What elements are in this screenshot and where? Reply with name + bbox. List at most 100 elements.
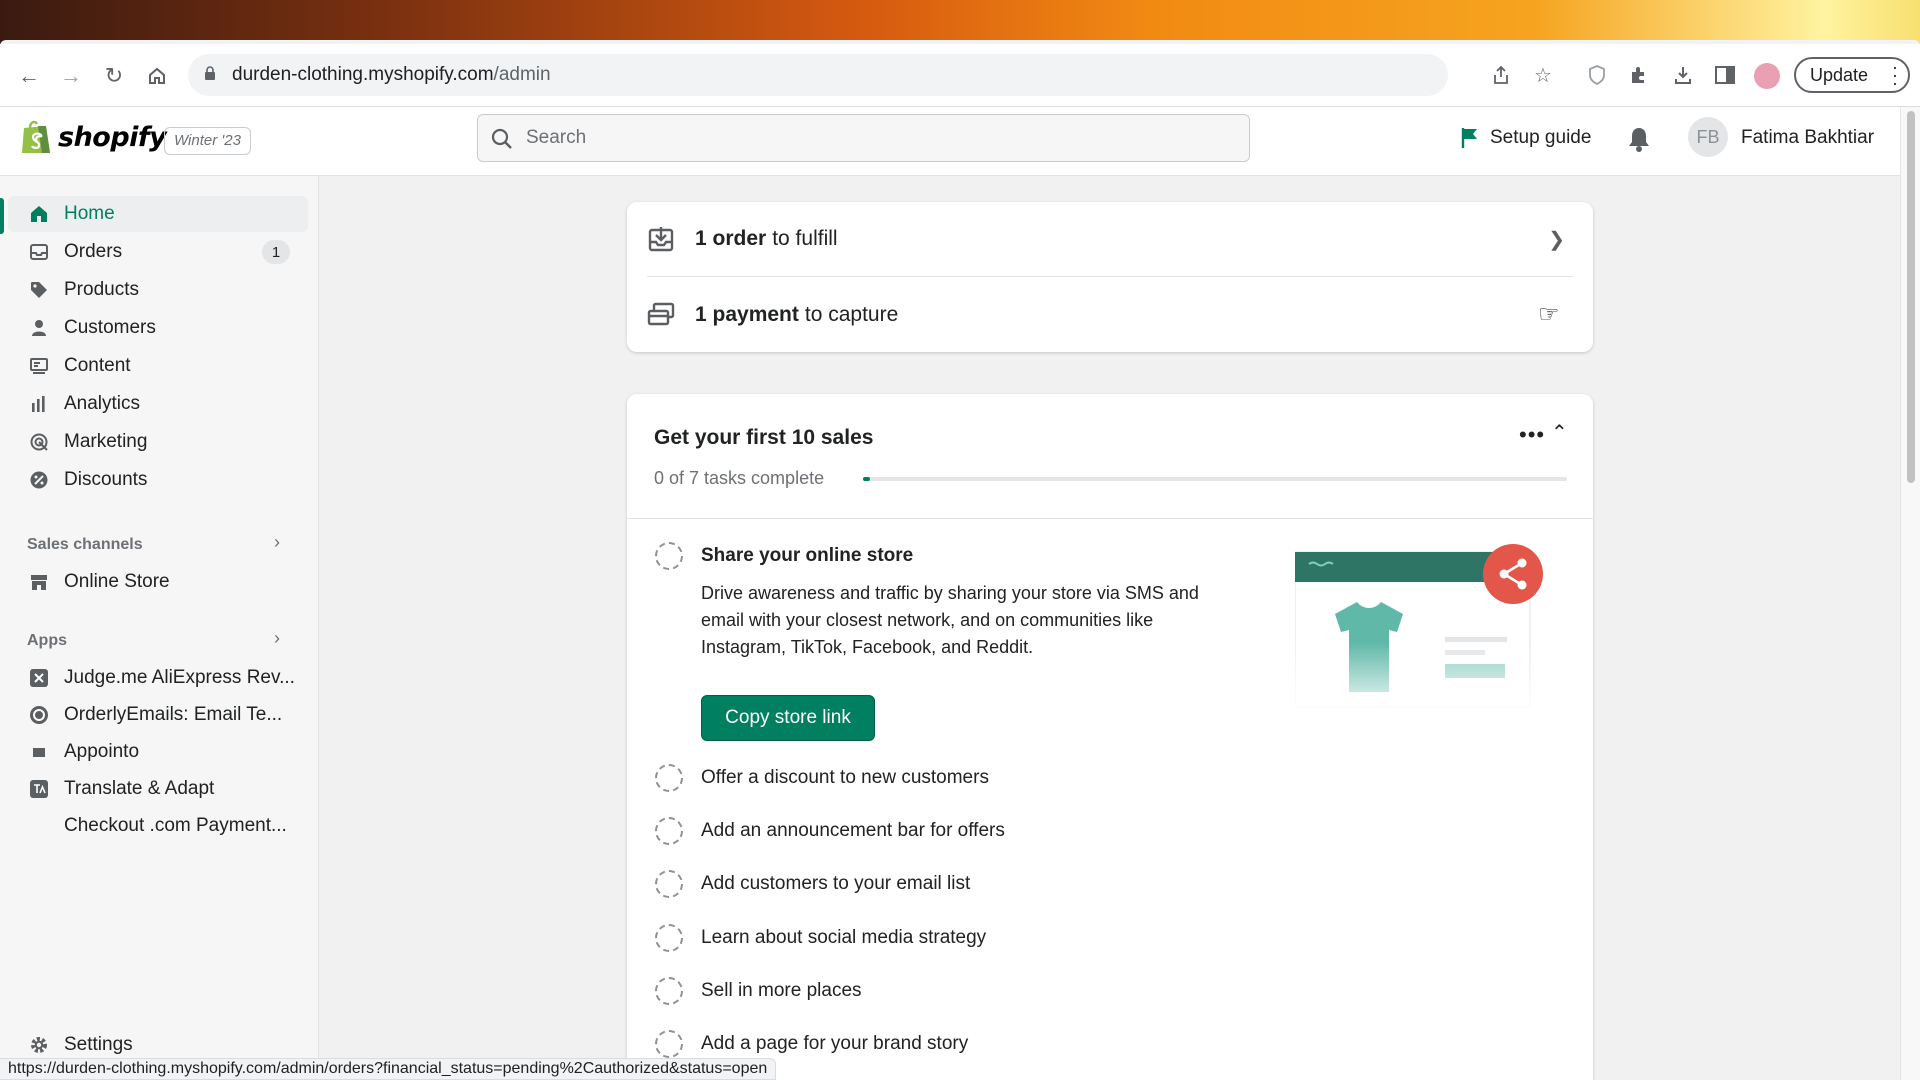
extensions-puzzle-icon[interactable]: [1626, 62, 1652, 88]
discount-icon: [28, 469, 50, 491]
translate-app-icon: [28, 778, 50, 800]
sidebar-app-appointo[interactable]: Appointo: [8, 734, 308, 770]
first-sales-card: Get your first 10 sales ••• ⌃ 0 of 7 tas…: [627, 394, 1593, 1080]
task-offer-discount[interactable]: Offer a discount to new customers: [655, 764, 989, 792]
task-announcement-bar[interactable]: Add an announcement bar for offers: [655, 817, 1005, 845]
sidebar-item-marketing[interactable]: Marketing: [8, 424, 308, 460]
forward-icon[interactable]: →: [56, 61, 86, 91]
flag-icon: [1461, 128, 1477, 148]
bar-chart-icon: [28, 393, 50, 415]
task-incomplete-circle-icon: [655, 817, 683, 845]
sidebar-item-analytics[interactable]: Analytics: [8, 386, 308, 422]
browser-tab-strip: [0, 0, 1920, 44]
browser-toolbar: ← → ↻ durden-clothing.myshopify.com/admi…: [0, 44, 1920, 107]
link-status-bar: https://durden-clothing.myshopify.com/ad…: [0, 1058, 777, 1080]
judgeme-app-icon: [28, 667, 50, 689]
search-bar[interactable]: [477, 114, 1250, 162]
scrollbar-thumb[interactable]: [1907, 111, 1915, 483]
share-store-illustration: [1295, 544, 1543, 717]
search-input[interactable]: [526, 125, 1126, 151]
address-bar[interactable]: durden-clothing.myshopify.com/admin: [188, 54, 1448, 96]
sidebar-app-judgeme[interactable]: Judge.me AliExpress Rev...: [8, 660, 308, 696]
task-social-media[interactable]: Learn about social media strategy: [655, 924, 986, 952]
store-icon: [28, 571, 50, 593]
side-panel-icon[interactable]: [1712, 62, 1738, 88]
shopify-logo[interactable]: shopify: [20, 119, 167, 155]
appointo-app-icon: [28, 741, 50, 763]
admin-sidebar: Home Orders 1 Products Customers Content…: [0, 176, 319, 1080]
task-incomplete-circle-icon: [655, 870, 683, 898]
sidebar-item-discounts[interactable]: Discounts: [8, 462, 308, 498]
inbox-icon: [28, 241, 50, 263]
sidebar-item-orders[interactable]: Orders 1: [8, 234, 308, 270]
apps-heading: Apps: [27, 632, 67, 649]
hand-pointer-cursor-icon: ☞: [1538, 301, 1560, 328]
sidebar-item-customers[interactable]: Customers: [8, 310, 308, 346]
back-icon[interactable]: ←: [14, 61, 44, 91]
bookmark-star-icon[interactable]: ☆: [1530, 62, 1556, 88]
download-icon[interactable]: [1670, 62, 1696, 88]
sales-channels-chevron-icon[interactable]: ›: [274, 532, 280, 553]
card-divider: [627, 518, 1593, 519]
profile-avatar-icon[interactable]: [1754, 63, 1780, 89]
brand-wordmark: shopify: [58, 121, 167, 153]
sidebar-item-products[interactable]: Products: [8, 272, 308, 308]
share-page-icon[interactable]: [1488, 62, 1514, 88]
orderlyemails-app-icon: [28, 704, 50, 726]
lock-icon: [205, 66, 215, 80]
more-vert-icon: · · ·: [1892, 57, 1898, 93]
setup-guide-button[interactable]: Setup guide: [1460, 127, 1591, 149]
task-incomplete-circle-icon: [655, 977, 683, 1005]
home-icon: [28, 203, 50, 225]
search-icon: [491, 128, 512, 149]
orders-count-badge: 1: [262, 240, 290, 264]
more-horizontal-icon[interactable]: •••: [1519, 422, 1545, 448]
sidebar-app-checkout[interactable]: Checkout .com Payment...: [8, 808, 308, 844]
action-items-card: 1 order to fulfill ❯ 1 payment to captur…: [627, 202, 1593, 352]
task-share-online-store[interactable]: Share your online store: [655, 542, 913, 570]
shopify-bag-icon: [22, 120, 50, 153]
payments-to-capture-row[interactable]: 1 payment to capture: [627, 278, 1593, 352]
sidebar-app-orderlyemails[interactable]: OrderlyEmails: Email Te...: [8, 697, 308, 733]
reload-icon[interactable]: ↻: [99, 61, 129, 91]
sidebar-app-translate[interactable]: Translate & Adapt: [8, 771, 308, 807]
page-scrollbar[interactable]: [1900, 107, 1920, 1080]
user-name[interactable]: Fatima Bakhtiar: [1741, 127, 1874, 149]
progress-fill: [863, 477, 871, 481]
card-title: Get your first 10 sales: [654, 426, 874, 449]
task-description: Drive awareness and traffic by sharing y…: [701, 583, 1199, 657]
home-browser-icon[interactable]: [142, 61, 172, 91]
target-icon: [28, 431, 50, 453]
edition-badge: Winter '23: [164, 127, 251, 155]
task-incomplete-circle-icon: [655, 542, 683, 570]
gear-icon: [28, 1034, 50, 1056]
fulfill-inbox-icon: [648, 227, 674, 252]
active-indicator: [0, 198, 4, 234]
sidebar-item-home[interactable]: Home: [8, 196, 308, 232]
chevron-up-icon[interactable]: ⌃: [1551, 420, 1568, 445]
task-sell-more-places[interactable]: Sell in more places: [655, 977, 862, 1005]
task-incomplete-circle-icon: [655, 764, 683, 792]
content-icon: [28, 355, 50, 377]
sidebar-item-content[interactable]: Content: [8, 348, 308, 384]
task-email-list[interactable]: Add customers to your email list: [655, 870, 970, 898]
checkout-app-icon: [28, 815, 50, 837]
notifications-bell-icon[interactable]: [1626, 125, 1652, 153]
orders-to-fulfill-row[interactable]: 1 order to fulfill ❯: [627, 202, 1593, 276]
setup-guide-label: Setup guide: [1490, 127, 1592, 148]
admin-topbar: shopify Winter '23 Setup guide FB Fatima…: [0, 107, 1900, 176]
apps-chevron-icon[interactable]: ›: [274, 628, 280, 649]
update-button[interactable]: Update · · ·: [1794, 57, 1910, 93]
task-incomplete-circle-icon: [655, 1030, 683, 1058]
tag-icon: [28, 279, 50, 301]
extension-shield-icon[interactable]: [1584, 62, 1610, 88]
sidebar-item-online-store[interactable]: Online Store: [8, 564, 308, 600]
user-avatar[interactable]: FB: [1688, 117, 1728, 157]
copy-store-link-button[interactable]: Copy store link: [701, 695, 875, 741]
chevron-right-icon: ❯: [1548, 228, 1565, 251]
address-url: durden-clothing.myshopify.com/admin: [232, 64, 551, 85]
task-brand-story[interactable]: Add a page for your brand story: [655, 1030, 968, 1058]
row-divider: [647, 276, 1573, 277]
progress-bar: [863, 477, 1567, 481]
task-incomplete-circle-icon: [655, 924, 683, 952]
